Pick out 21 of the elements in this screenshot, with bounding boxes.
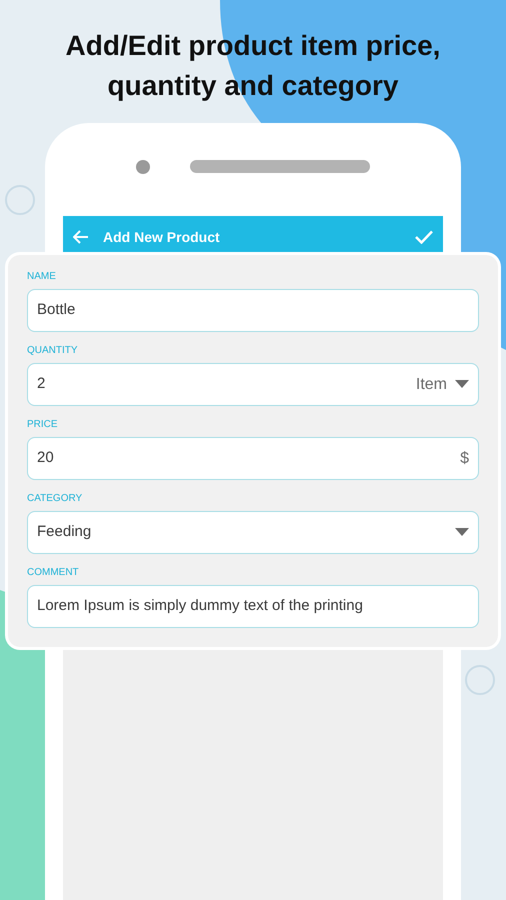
field-label: CATEGORY xyxy=(27,493,84,505)
unit-label: Item xyxy=(416,374,447,394)
camera-icon xyxy=(136,160,150,174)
input-field[interactable]: 2 Item xyxy=(27,363,479,406)
field-label: NAME xyxy=(27,271,57,283)
field-label: PRICE xyxy=(27,419,59,431)
doodle-icon xyxy=(5,185,35,215)
dropdown-caret-icon xyxy=(455,528,469,537)
toolbar-title: Add New Product xyxy=(103,228,221,246)
category-dropdown[interactable]: Feeding xyxy=(27,511,479,554)
field-label: COMMENT xyxy=(27,567,80,579)
doodle-icon xyxy=(465,665,495,695)
input-field[interactable]: Lorem Ipsum is simply dummy text of the printing xyxy=(27,585,479,628)
check-icon[interactable] xyxy=(415,230,433,244)
speaker-icon xyxy=(190,160,370,173)
input-field[interactable]: 20 $ xyxy=(27,437,479,480)
currency-label: $ xyxy=(460,448,469,468)
dropdown-caret-icon xyxy=(455,380,469,389)
back-arrow-icon[interactable] xyxy=(73,230,89,244)
input-field[interactable]: Bottle xyxy=(27,289,479,332)
field-label: QUANTITY xyxy=(27,345,79,357)
